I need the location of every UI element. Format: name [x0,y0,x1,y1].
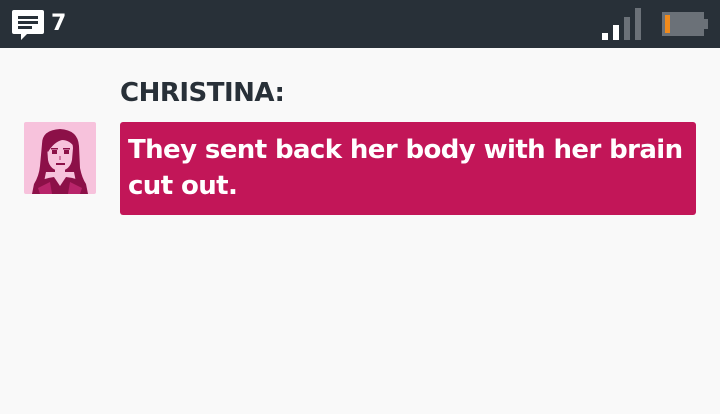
status-bar: 7 [0,0,720,48]
message-bubble: They sent back her body with her brain c… [120,122,696,215]
chat-screen: 7 CHRISTINA: They sent back her body wit… [0,0,720,414]
avatar-portrait [32,129,88,194]
notification-count: 7 [51,11,67,36]
speaker-name: CHRISTINA: [120,78,285,108]
christina-avatar [24,122,96,194]
signal-icon [602,8,641,40]
battery-icon [662,12,708,36]
message-text: They sent back her body with her brain c… [128,135,683,201]
message-icon[interactable] [11,8,45,42]
